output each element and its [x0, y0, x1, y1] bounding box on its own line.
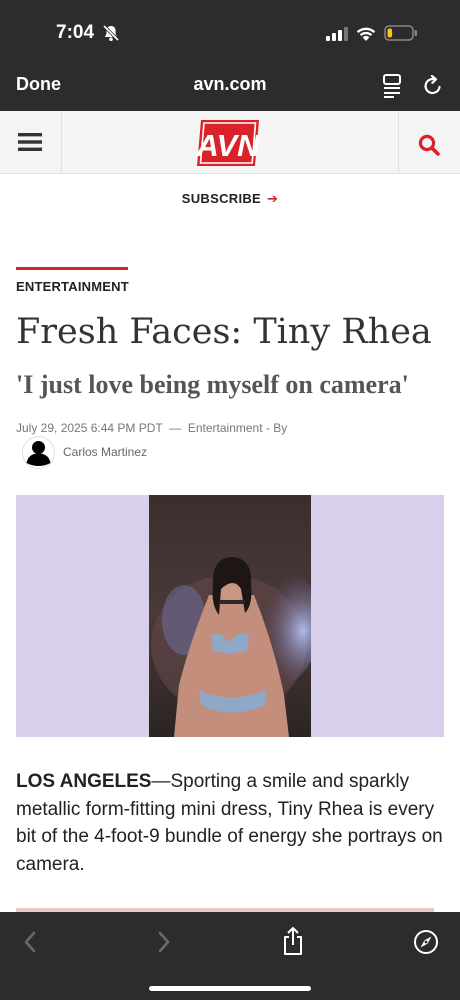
article-subtitle: 'I just love being myself on camera': [16, 370, 409, 399]
share-icon[interactable]: [282, 926, 304, 956]
menu-button[interactable]: [0, 111, 62, 174]
article-category[interactable]: ENTERTAINMENT: [16, 279, 129, 294]
chevron-left-icon[interactable]: [22, 930, 38, 954]
home-indicator[interactable]: [149, 986, 311, 991]
wifi-icon: [356, 27, 376, 41]
cellular-signal-icon: [326, 27, 348, 41]
author-name[interactable]: Carlos Martinez: [63, 445, 147, 459]
lead-location: LOS ANGELES: [16, 771, 152, 792]
bell-slash-icon: [102, 24, 120, 42]
reader-view-icon[interactable]: [382, 74, 402, 98]
article-title: Fresh Faces: Tiny Rhea: [16, 312, 432, 352]
avn-logo[interactable]: AVN: [195, 118, 261, 168]
subscribe-label: SUBSCRIBE: [181, 191, 262, 206]
category-rule: [16, 267, 128, 270]
arrow-right-icon: ➔: [267, 191, 279, 206]
search-icon: [418, 134, 440, 156]
search-button[interactable]: [398, 111, 460, 174]
chevron-right-icon[interactable]: [156, 930, 172, 954]
browser-bottom-bar: [0, 912, 460, 1000]
reload-icon[interactable]: [422, 75, 444, 97]
status-time: 7:04: [56, 22, 95, 43]
hero-photo: [149, 495, 311, 737]
compass-icon[interactable]: [413, 929, 439, 955]
status-bar: 7:04: [0, 0, 460, 62]
browser-toolbar: Done avn.com: [0, 62, 460, 111]
battery-icon: [384, 25, 417, 41]
author-avatar-icon: [22, 436, 55, 469]
site-header: AVN: [0, 111, 460, 174]
logo-text: AVN: [195, 128, 260, 163]
subscribe-link[interactable]: SUBSCRIBE ➔: [0, 191, 460, 207]
article-lead-paragraph: LOS ANGELES—Sporting a smile and sparkly…: [16, 768, 446, 878]
url-text[interactable]: avn.com: [193, 74, 266, 94]
article-meta: July 29, 2025 6:44 PM PDT — Entertainmen…: [16, 421, 288, 435]
done-button[interactable]: Done: [16, 74, 61, 95]
hamburger-menu-icon: [18, 133, 42, 151]
hero-image[interactable]: [16, 495, 444, 737]
